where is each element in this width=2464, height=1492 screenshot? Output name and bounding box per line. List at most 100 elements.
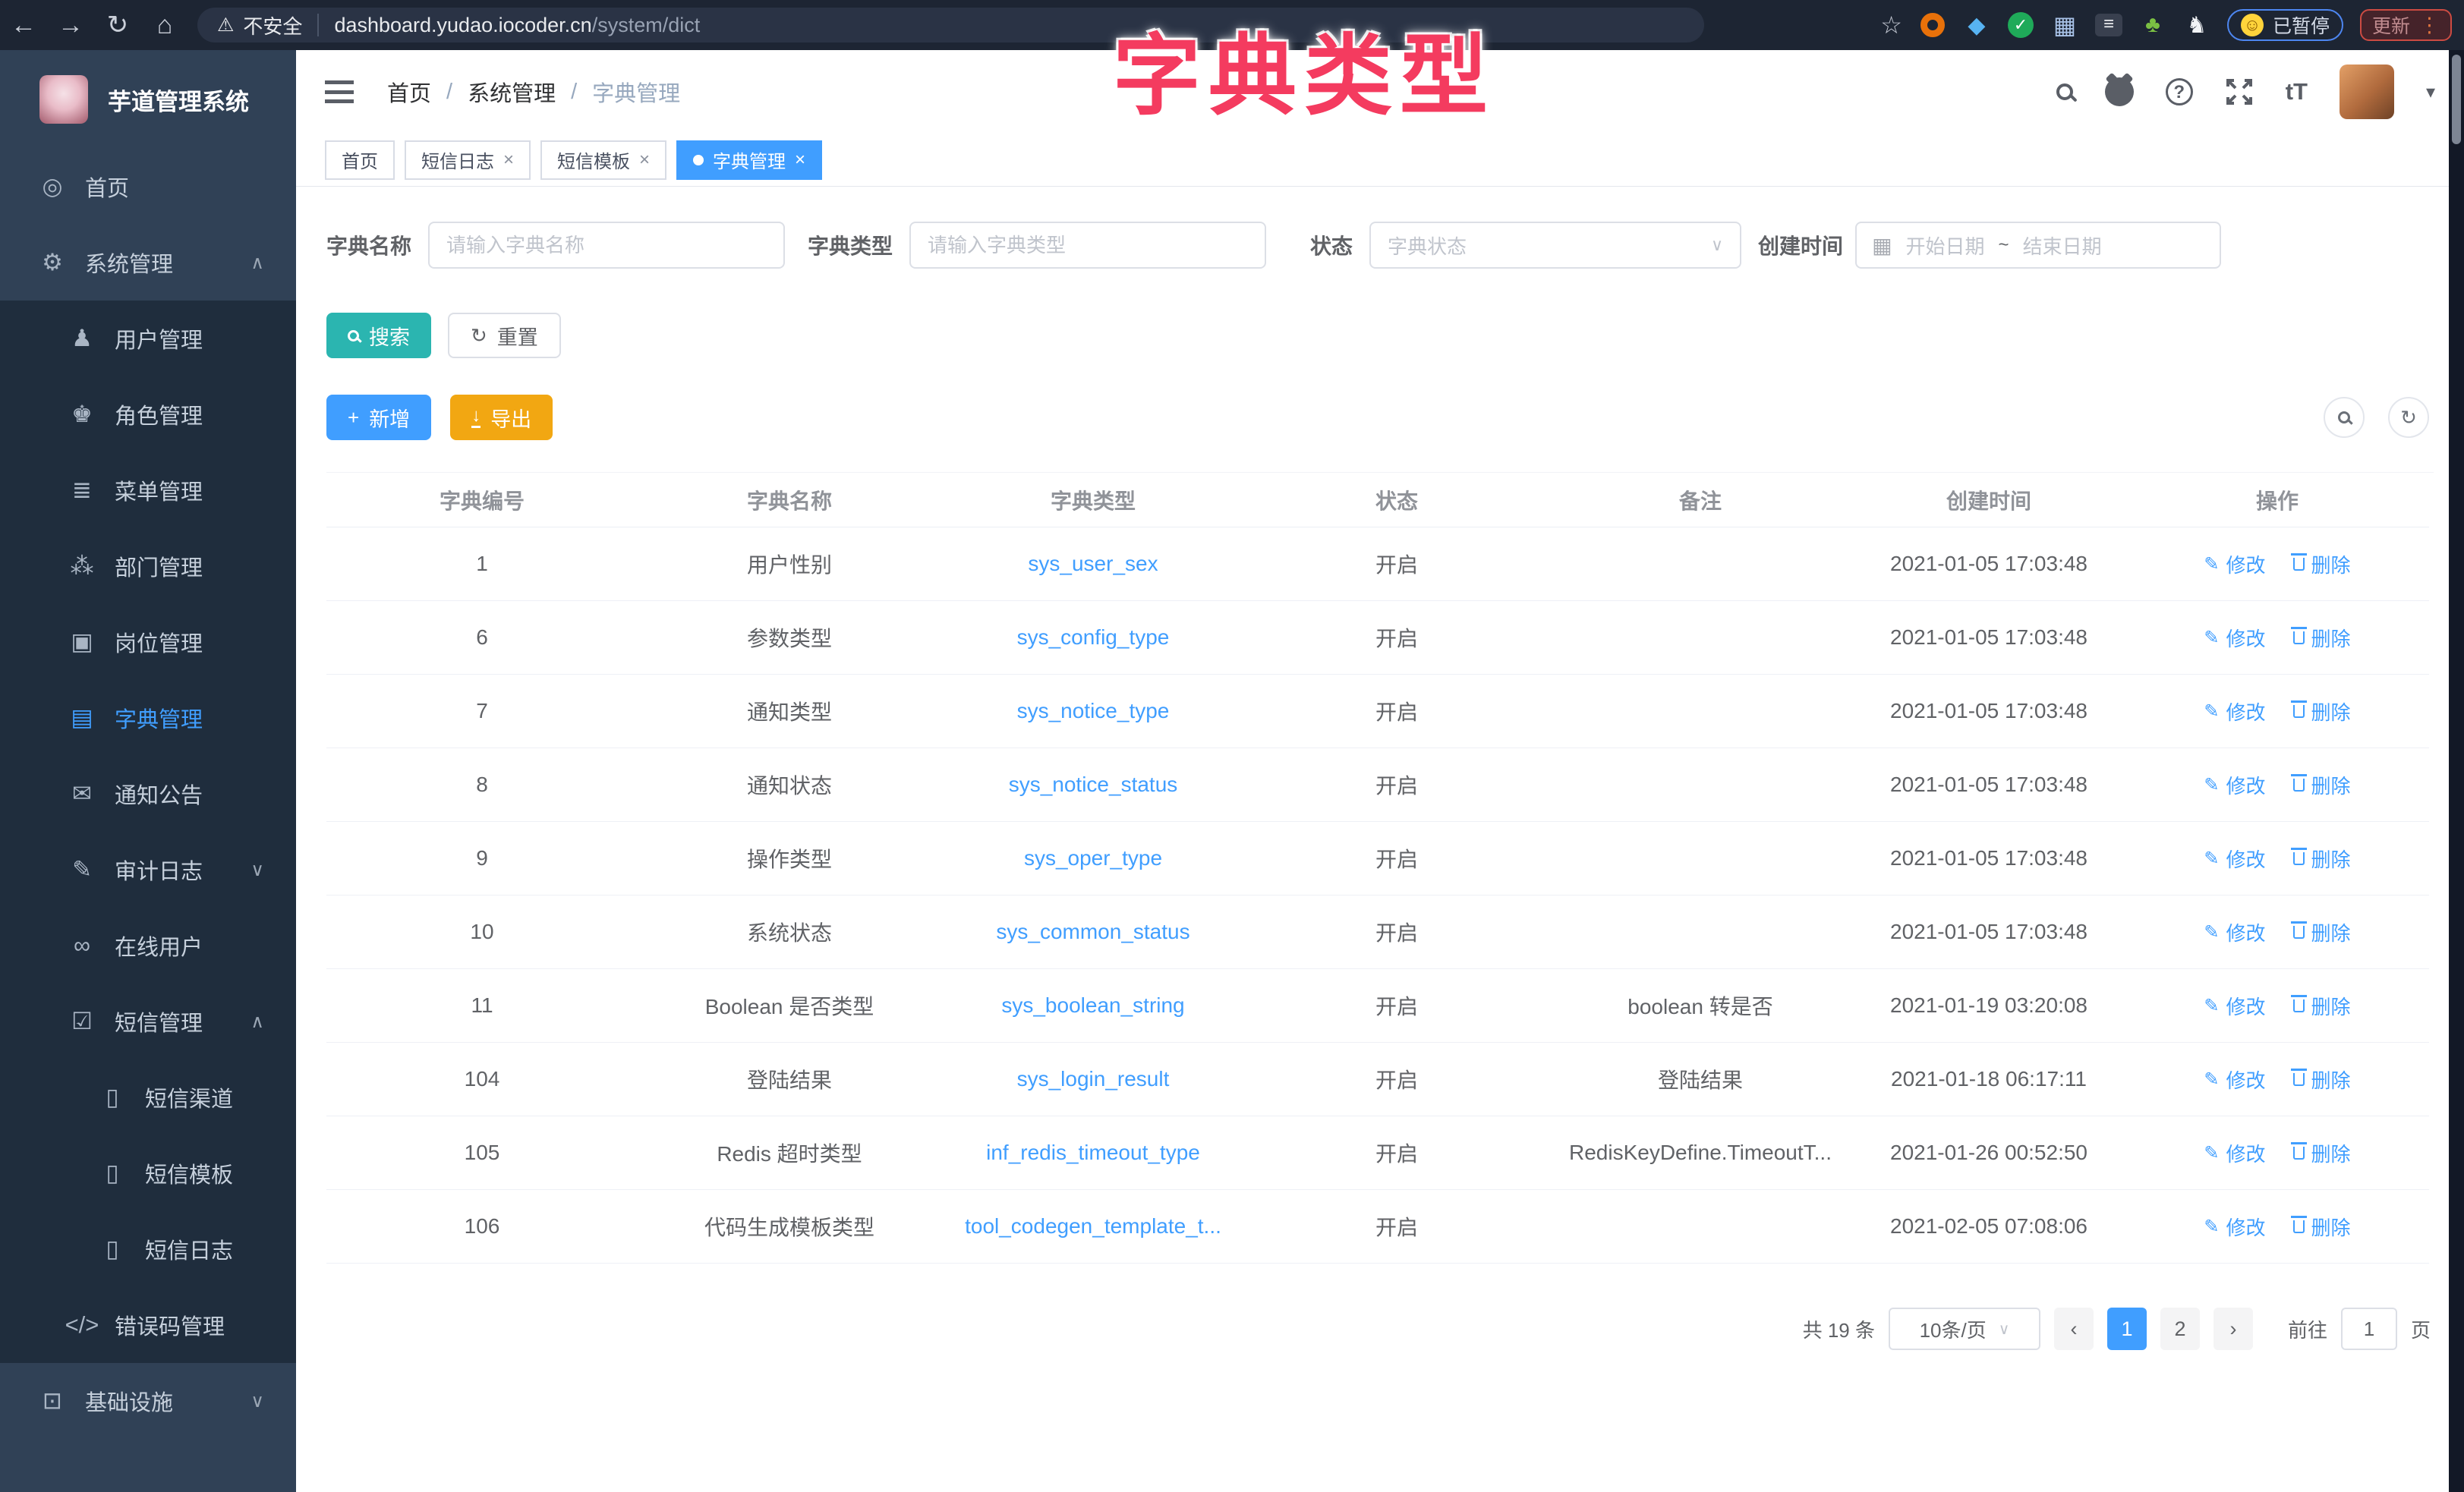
cell-type-link[interactable]: tool_codegen_template_t... bbox=[941, 1190, 1245, 1264]
scrollbar-thumb[interactable] bbox=[2452, 55, 2461, 144]
extension-gem-icon[interactable]: ◆ bbox=[1963, 11, 1990, 39]
help-icon[interactable]: ? bbox=[2166, 78, 2193, 105]
reset-button[interactable]: ↻ 重置 bbox=[448, 313, 561, 358]
sidebar-item-roles[interactable]: ♚ 角色管理 bbox=[0, 376, 296, 452]
search-icon[interactable] bbox=[2056, 83, 2073, 100]
delete-link[interactable]: 删除 bbox=[2293, 624, 2351, 652]
edit-link[interactable]: ✎修改 bbox=[2204, 697, 2265, 726]
next-page-button[interactable]: › bbox=[2214, 1308, 2253, 1350]
extension-switchy-icon[interactable]: ≡ bbox=[2095, 11, 2122, 39]
edit-link[interactable]: ✎修改 bbox=[2204, 918, 2265, 946]
delete-link[interactable]: 删除 bbox=[2293, 1139, 2351, 1167]
hamburger-icon[interactable] bbox=[325, 80, 354, 103]
sidebar-item-home[interactable]: ◎ 首页 bbox=[0, 149, 296, 225]
window-scrollbar[interactable] bbox=[2449, 50, 2464, 1492]
export-button[interactable]: ↓ 导出 bbox=[450, 395, 553, 440]
paused-extension-badge[interactable]: ☺ 已暂停 bbox=[2227, 9, 2343, 41]
edit-link[interactable]: ✎修改 bbox=[2204, 992, 2265, 1020]
cell-type-link[interactable]: sys_boolean_string bbox=[941, 969, 1245, 1043]
fullscreen-icon[interactable] bbox=[2225, 77, 2254, 106]
security-warning-icon[interactable]: ⚠ bbox=[217, 14, 234, 36]
extension-adblock-icon[interactable] bbox=[1919, 11, 1946, 39]
delete-link[interactable]: 删除 bbox=[2293, 1065, 2351, 1094]
tab-dict-active[interactable]: 字典管理 × bbox=[676, 140, 822, 180]
delete-link[interactable]: 删除 bbox=[2293, 550, 2351, 578]
cell-type-link[interactable]: sys_config_type bbox=[941, 601, 1245, 675]
delete-link[interactable]: 删除 bbox=[2293, 845, 2351, 873]
bookmark-star-icon[interactable]: ☆ bbox=[1880, 11, 1902, 39]
browser-reload-icon[interactable]: ↻ bbox=[94, 10, 141, 40]
sidebar-item-infrastructure[interactable]: ⊡ 基础设施 ∨ bbox=[0, 1363, 296, 1439]
cell-type-link[interactable]: sys_oper_type bbox=[941, 822, 1245, 896]
extension-grid-icon[interactable]: ▦ bbox=[2051, 11, 2078, 39]
close-icon[interactable]: × bbox=[503, 150, 514, 171]
sidebar-item-audit-log[interactable]: ✎ 审计日志 ∨ bbox=[0, 832, 296, 908]
sidebar-item-system[interactable]: ⚙ 系统管理 ∧ bbox=[0, 225, 296, 301]
sidebar-item-label: 角色管理 bbox=[115, 398, 203, 430]
dict-type-input[interactable] bbox=[909, 222, 1266, 269]
browser-forward-icon[interactable]: → bbox=[47, 11, 94, 40]
sidebar-item-menus[interactable]: ≣ 菜单管理 bbox=[0, 452, 296, 528]
extension-green-icon[interactable]: ✓ bbox=[2007, 11, 2034, 39]
dict-name-input[interactable] bbox=[428, 222, 785, 269]
delete-link[interactable]: 删除 bbox=[2293, 918, 2351, 946]
tab-sms-log[interactable]: 短信日志 × bbox=[405, 140, 531, 180]
sidebar-item-notices[interactable]: ✉ 通知公告 bbox=[0, 756, 296, 832]
extension-knight-icon[interactable]: ♞ bbox=[2183, 11, 2210, 39]
sidebar-item-users[interactable]: ♟ 用户管理 bbox=[0, 301, 296, 376]
edit-link[interactable]: ✎修改 bbox=[2204, 771, 2265, 799]
breadcrumb-home[interactable]: 首页 bbox=[387, 76, 431, 108]
goto-page-input[interactable] bbox=[2341, 1308, 2397, 1350]
sidebar-item-sms-log[interactable]: ▯ 短信日志 bbox=[0, 1211, 296, 1287]
github-icon[interactable] bbox=[2105, 77, 2134, 106]
toggle-search-button[interactable] bbox=[2324, 397, 2365, 438]
edit-link[interactable]: ✎修改 bbox=[2204, 1139, 2265, 1167]
page-size-select[interactable]: 10条/页 ∨ bbox=[1889, 1308, 2040, 1350]
edit-link[interactable]: ✎修改 bbox=[2204, 550, 2265, 578]
delete-link[interactable]: 删除 bbox=[2293, 1213, 2351, 1241]
cell-type-link[interactable]: sys_notice_type bbox=[941, 675, 1245, 748]
sidebar-item-sms-template[interactable]: ▯ 短信模板 bbox=[0, 1135, 296, 1211]
sidebar-item-dict[interactable]: ▤ 字典管理 bbox=[0, 680, 296, 756]
close-icon[interactable]: × bbox=[639, 150, 650, 171]
prev-page-button[interactable]: ‹ bbox=[2054, 1308, 2094, 1350]
page-1-button[interactable]: 1 bbox=[2107, 1308, 2147, 1350]
edit-link[interactable]: ✎修改 bbox=[2204, 1213, 2265, 1241]
sidebar-item-departments[interactable]: ⁂ 部门管理 bbox=[0, 528, 296, 604]
cell-type-link[interactable]: sys_common_status bbox=[941, 896, 1245, 969]
extension-leaf-icon[interactable]: ♣ bbox=[2139, 11, 2166, 39]
breadcrumb-system[interactable]: 系统管理 bbox=[468, 76, 556, 108]
font-size-icon[interactable]: tT bbox=[2286, 78, 2308, 105]
user-menu-caret-icon[interactable]: ▾ bbox=[2426, 81, 2435, 103]
sidebar-item-sms-channel[interactable]: ▯ 短信渠道 bbox=[0, 1059, 296, 1135]
user-avatar[interactable] bbox=[2340, 65, 2394, 119]
add-button[interactable]: + 新增 bbox=[326, 395, 431, 440]
close-icon[interactable]: × bbox=[795, 150, 805, 171]
tab-home[interactable]: 首页 bbox=[325, 140, 395, 180]
delete-link[interactable]: 删除 bbox=[2293, 771, 2351, 799]
browser-home-icon[interactable]: ⌂ bbox=[141, 11, 188, 40]
edit-link[interactable]: ✎修改 bbox=[2204, 1065, 2265, 1094]
cell-type-link[interactable]: sys_notice_status bbox=[941, 748, 1245, 822]
edit-link[interactable]: ✎修改 bbox=[2204, 624, 2265, 652]
sidebar-item-online-users[interactable]: ∞ 在线用户 bbox=[0, 908, 296, 984]
edit-link[interactable]: ✎修改 bbox=[2204, 845, 2265, 873]
tab-sms-template[interactable]: 短信模板 × bbox=[540, 140, 666, 180]
sidebar-item-positions[interactable]: ▣ 岗位管理 bbox=[0, 604, 296, 680]
cell-type-link[interactable]: sys_login_result bbox=[941, 1043, 1245, 1116]
browser-menu-dots-icon[interactable]: ⋮ bbox=[2419, 14, 2440, 37]
sidebar-item-error-codes[interactable]: </> 错误码管理 bbox=[0, 1287, 296, 1363]
page-2-button[interactable]: 2 bbox=[2160, 1308, 2200, 1350]
cell-type-link[interactable]: inf_redis_timeout_type bbox=[941, 1116, 1245, 1190]
search-button[interactable]: 搜索 bbox=[326, 313, 431, 358]
date-range-picker[interactable]: ▦ 开始日期 ~ 结束日期 bbox=[1855, 222, 2221, 269]
sidebar-logo[interactable]: 芋道管理系统 bbox=[0, 50, 296, 149]
sidebar-item-sms[interactable]: ☑ 短信管理 ∧ bbox=[0, 984, 296, 1059]
cell-type-link[interactable]: sys_user_sex bbox=[941, 527, 1245, 601]
browser-update-button[interactable]: 更新 ⋮ bbox=[2360, 9, 2452, 41]
delete-link[interactable]: 删除 bbox=[2293, 992, 2351, 1020]
delete-link[interactable]: 删除 bbox=[2293, 697, 2351, 726]
refresh-table-button[interactable]: ↻ bbox=[2388, 397, 2429, 438]
status-select[interactable]: 字典状态 ∨ bbox=[1369, 222, 1741, 269]
browser-back-icon[interactable]: ← bbox=[0, 11, 47, 40]
